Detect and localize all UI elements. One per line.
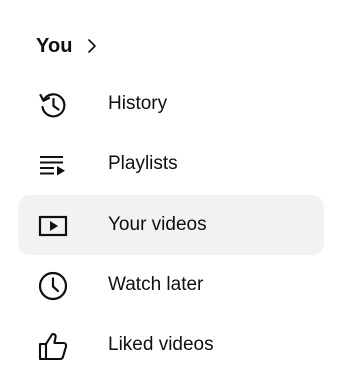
your-videos-icon [37,210,69,242]
section-title: You [36,34,73,57]
playlists-icon [37,149,69,181]
you-section-header[interactable]: You [18,26,324,66]
sidebar-item-your-videos[interactable]: Your videos [18,195,324,255]
chevron-right-icon [87,38,101,54]
sidebar-item-history[interactable]: History [18,74,324,134]
thumbs-up-icon [37,330,69,362]
you-section: You History Playlists Your videos Watch … [0,0,345,371]
sidebar-item-label: Your videos [108,214,207,235]
sidebar-item-label: History [108,93,168,114]
sidebar-item-label: Watch later [108,274,204,295]
sidebar-item-watch-later[interactable]: Watch later [18,255,324,315]
sidebar-item-liked-videos[interactable]: Liked videos [18,315,324,375]
sidebar-item-playlists[interactable]: Playlists [18,134,324,194]
history-icon [37,89,69,121]
sidebar-item-label: Liked videos [108,334,214,355]
sidebar-item-label: Playlists [108,153,178,174]
watch-later-icon [37,270,69,302]
